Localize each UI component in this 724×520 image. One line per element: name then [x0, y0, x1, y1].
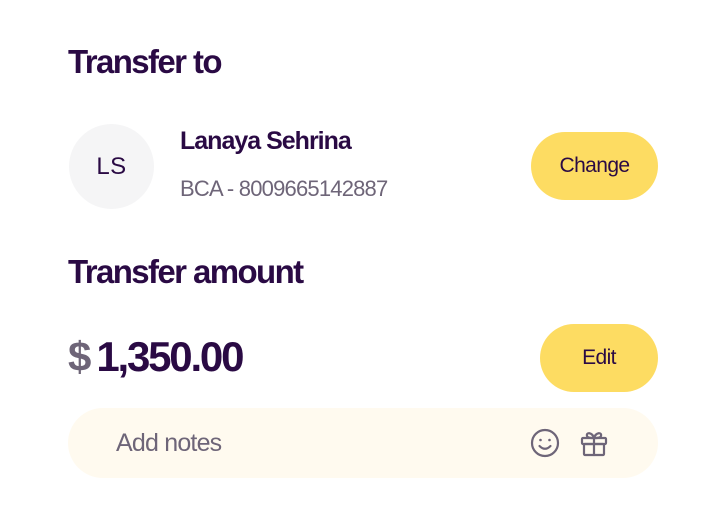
recipient-name: Lanaya Sehrina — [180, 127, 352, 155]
avatar-initials: LS — [96, 152, 127, 180]
currency-symbol: $ — [68, 333, 91, 380]
gift-icon[interactable] — [577, 426, 611, 460]
transfer-to-title: Transfer to — [68, 43, 223, 80]
recipient-account: BCA - 8009665142887 — [180, 176, 388, 201]
edit-amount-button[interactable]: Edit — [540, 324, 658, 392]
change-recipient-button[interactable]: Change — [531, 132, 658, 200]
recipient-avatar: LS — [69, 124, 154, 209]
amount-value: 1,350.00 — [96, 333, 244, 380]
amount-display: $ 1,350.00 — [68, 333, 244, 380]
notes-input[interactable] — [116, 408, 516, 478]
smiley-icon[interactable] — [528, 426, 562, 460]
transfer-amount-title: Transfer amount — [68, 253, 304, 290]
notes-field — [68, 408, 658, 478]
